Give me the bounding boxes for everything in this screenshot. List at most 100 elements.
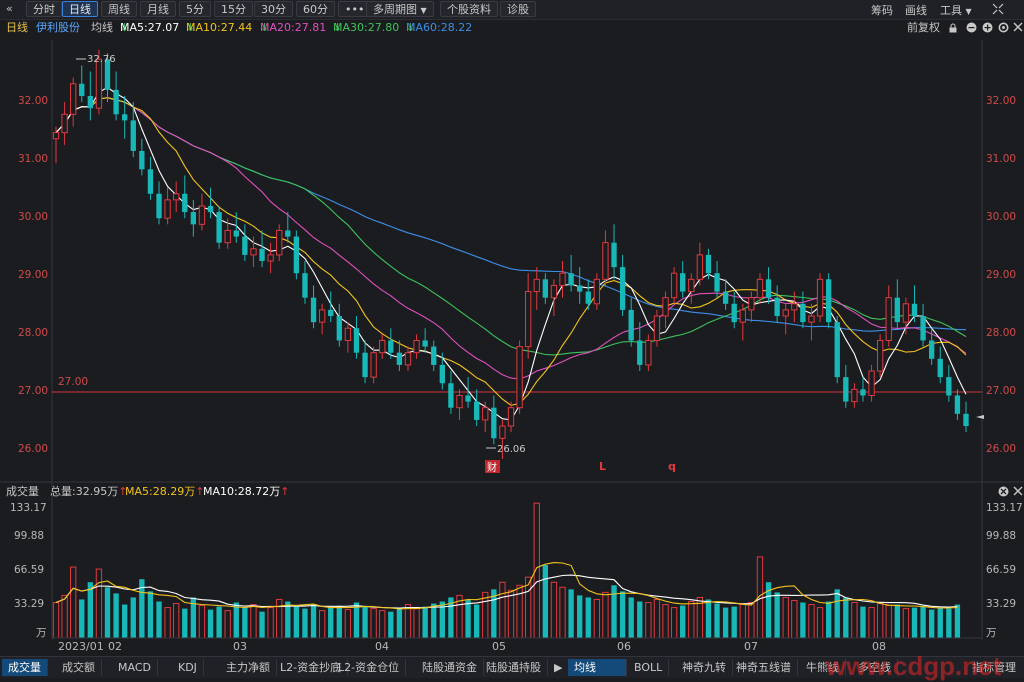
volume-bar xyxy=(645,602,652,639)
ma10-line xyxy=(55,97,967,406)
tab-hk-connect-holding[interactable]: 陆股通持股 xyxy=(480,659,548,676)
candle-body xyxy=(619,267,626,310)
price-tick-right: 32.00 xyxy=(986,95,1017,107)
volume-title[interactable]: 成交量 xyxy=(6,484,39,499)
close-icon[interactable] xyxy=(1013,486,1023,497)
tab-magic-five[interactable]: 神奇五线谱 xyxy=(730,659,798,676)
price-tick-right: 28.00 xyxy=(986,327,1017,339)
volume-bar xyxy=(344,609,352,639)
price-tick-right: 27.00 xyxy=(986,385,1017,397)
candle-body xyxy=(87,95,94,109)
volume-tick-left: 66.59 xyxy=(14,564,45,576)
volume-bar xyxy=(722,607,729,638)
volume-bar xyxy=(259,611,265,638)
price-tick-right: 29.00 xyxy=(986,269,1017,281)
volume-bar xyxy=(920,606,926,638)
tab-magic-nine[interactable]: 神奇九转 xyxy=(676,659,733,676)
volume-bar xyxy=(680,605,686,638)
candle-body xyxy=(611,242,617,268)
volume-bar xyxy=(370,608,377,639)
volume-bar xyxy=(800,602,806,638)
volume-bar xyxy=(876,603,884,639)
candle-body xyxy=(885,297,892,341)
volume-bar xyxy=(911,607,918,638)
volume-tick-left: 133.17 xyxy=(10,502,47,514)
tab-ma[interactable]: 均线 xyxy=(568,659,627,676)
candle-body xyxy=(207,205,214,213)
volume-bar xyxy=(611,585,617,638)
x-tick: 05 xyxy=(492,640,506,653)
tab-volume[interactable]: 成交量 xyxy=(2,659,48,676)
candle-body xyxy=(860,389,866,396)
scroll-right-icon[interactable]: ▶ xyxy=(548,659,568,676)
volume-bar xyxy=(104,587,111,638)
candle-body xyxy=(293,236,300,274)
tab-kdj[interactable]: KDJ xyxy=(172,659,204,676)
candle-body xyxy=(413,339,420,354)
event-marker-L[interactable]: L xyxy=(599,460,606,473)
candle-body xyxy=(422,340,428,347)
volume-bar xyxy=(233,602,239,638)
tab-hk-connect-flow[interactable]: 陆股通资金 xyxy=(416,659,484,676)
ma20-line xyxy=(55,97,967,380)
candle-body xyxy=(902,303,910,323)
candle-body xyxy=(670,272,678,299)
candle-body xyxy=(653,315,661,341)
candle-body xyxy=(70,83,77,115)
volume-bar xyxy=(224,610,231,639)
candle-body xyxy=(559,272,566,286)
tab-turnover[interactable]: 成交额 xyxy=(56,659,102,676)
indicator-manage-button[interactable]: 指标管理 xyxy=(966,659,1022,676)
volume-tick-right: 66.59 xyxy=(986,564,1017,576)
volume-bar xyxy=(525,576,532,639)
volume-bar xyxy=(602,591,609,639)
tab-long-short[interactable]: 多空线 xyxy=(852,659,898,676)
candle-body xyxy=(491,407,497,439)
candle-body xyxy=(756,278,764,299)
candle-body xyxy=(318,309,326,323)
tab-macd[interactable]: MACD xyxy=(112,659,158,676)
volume-bar xyxy=(182,608,188,638)
indicator-tabs: 成交量 成交额 MACD KDJ 主力净额 L2-资金抄底 L2-资金仓位 陆股… xyxy=(0,651,1024,681)
volume-bar xyxy=(688,601,695,639)
candle-body xyxy=(782,309,789,317)
settings-icon[interactable] xyxy=(998,486,1009,497)
candle-body xyxy=(147,169,154,194)
candle-body xyxy=(791,303,798,311)
volume-bar xyxy=(362,606,368,638)
candle-body xyxy=(285,230,291,237)
tab-bull-bear[interactable]: 牛熊线 xyxy=(800,659,846,676)
volume-bar xyxy=(379,610,386,639)
volume-bar xyxy=(173,603,180,639)
candle-body xyxy=(843,377,849,402)
volume-bar xyxy=(388,611,394,638)
event-marker-q[interactable]: q xyxy=(668,460,676,473)
volume-bar xyxy=(465,599,471,638)
candle-body xyxy=(139,150,145,170)
candle-body xyxy=(628,309,634,341)
volume-bar xyxy=(328,607,334,638)
volume-bar xyxy=(542,565,549,638)
kline-chart[interactable]: 27.00 32.76 26.06 财 L q xyxy=(0,0,1024,656)
candle-body xyxy=(946,377,952,396)
candle-body xyxy=(79,83,85,96)
volume-bar xyxy=(310,604,317,638)
price-tick-left: 32.00 xyxy=(18,95,49,107)
candle-body xyxy=(894,297,900,323)
tab-boll[interactable]: BOLL xyxy=(628,659,670,676)
volume-bar xyxy=(207,609,214,638)
volume-bar xyxy=(293,606,300,638)
tab-main-net[interactable]: 主力净额 xyxy=(220,659,277,676)
volume-bar xyxy=(353,602,360,638)
volume-bar xyxy=(276,598,283,639)
volume-unit-right: 万 xyxy=(986,627,997,639)
candle-body xyxy=(336,316,342,341)
volume-bar xyxy=(130,597,136,638)
price-tick-left: 26.00 xyxy=(18,443,49,455)
volume-bar xyxy=(147,591,154,638)
candle-body xyxy=(568,273,574,286)
volume-tick-left: 99.88 xyxy=(14,530,45,542)
tab-l2-position[interactable]: L2-资金仓位 xyxy=(332,659,407,676)
price-tick-right: 31.00 xyxy=(986,153,1017,165)
volume-bar xyxy=(285,601,291,638)
